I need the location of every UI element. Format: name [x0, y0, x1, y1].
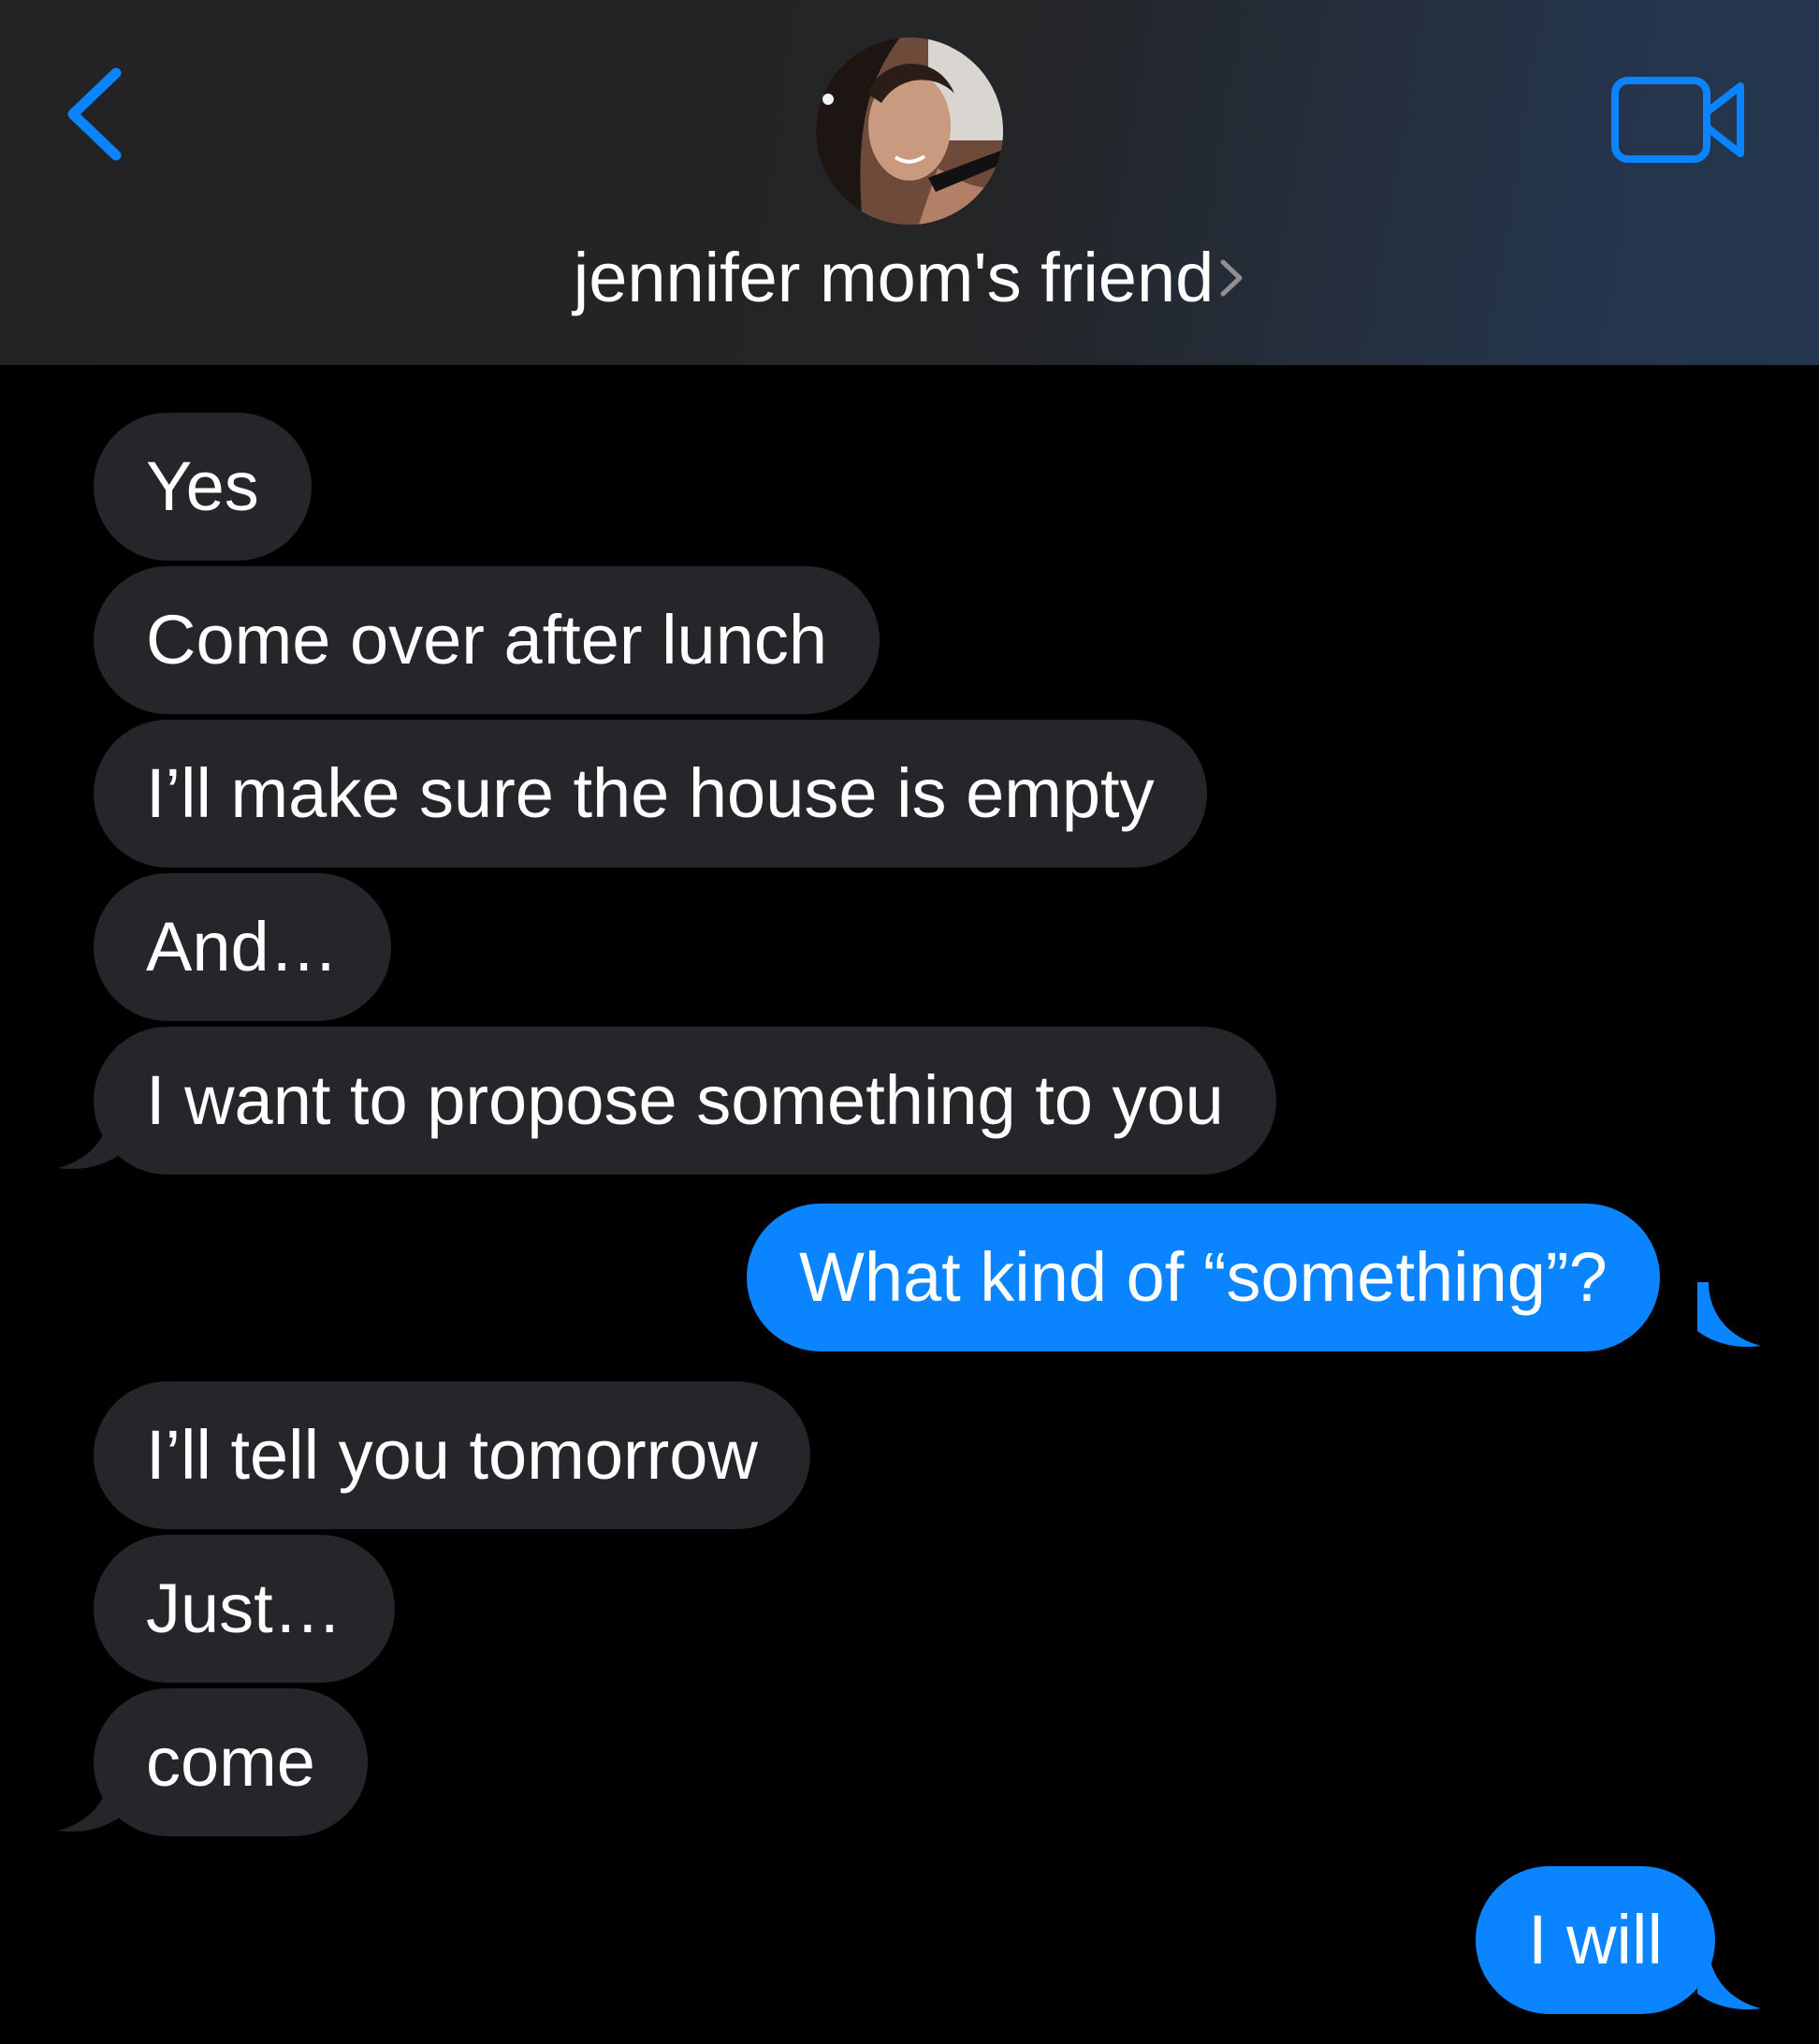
contact-avatar[interactable]: [816, 37, 1003, 225]
facetime-video-button[interactable]: [1609, 73, 1750, 168]
message-text: And…: [146, 908, 339, 986]
message-text: What kind of “something”?: [799, 1238, 1608, 1316]
avatar-photo: [816, 37, 1003, 225]
bubble-tail-outgoing: [1697, 1282, 1761, 1348]
conversation-header: jennifer mom's friend: [0, 0, 1819, 365]
message-text: I’ll make sure the house is empty: [146, 754, 1155, 832]
message-bubble-outgoing[interactable]: I will: [1476, 1866, 1715, 2014]
message-text: I want to propose something to you: [146, 1061, 1224, 1139]
message-bubble-incoming[interactable]: I’ll tell you tomorrow: [94, 1381, 810, 1529]
chevron-left-icon: [67, 67, 122, 161]
message-bubble-incoming[interactable]: I want to propose something to you: [94, 1027, 1276, 1175]
contact-name-button[interactable]: jennifer mom's friend: [0, 236, 1819, 320]
contact-name: jennifer mom's friend: [573, 239, 1215, 316]
message-bubble-incoming[interactable]: Come over after lunch: [94, 566, 880, 714]
message-text: Just…: [146, 1570, 342, 1647]
message-text: I will: [1528, 1901, 1663, 1978]
chevron-right-icon: [1217, 236, 1245, 320]
video-camera-icon: [1611, 77, 1744, 163]
message-text: I’ll tell you tomorrow: [146, 1416, 758, 1494]
back-button[interactable]: [56, 56, 140, 168]
message-text: Yes: [146, 447, 259, 525]
message-bubble-incoming[interactable]: Yes: [94, 413, 312, 561]
message-bubble-incoming[interactable]: I’ll make sure the house is empty: [94, 720, 1207, 868]
message-bubble-outgoing[interactable]: What kind of “something”?: [747, 1204, 1660, 1351]
message-bubble-incoming[interactable]: come: [94, 1688, 368, 1836]
message-bubble-incoming[interactable]: Just…: [94, 1535, 395, 1683]
message-text: come: [146, 1723, 315, 1801]
message-bubble-incoming[interactable]: And…: [94, 873, 391, 1021]
message-text: Come over after lunch: [146, 601, 828, 679]
